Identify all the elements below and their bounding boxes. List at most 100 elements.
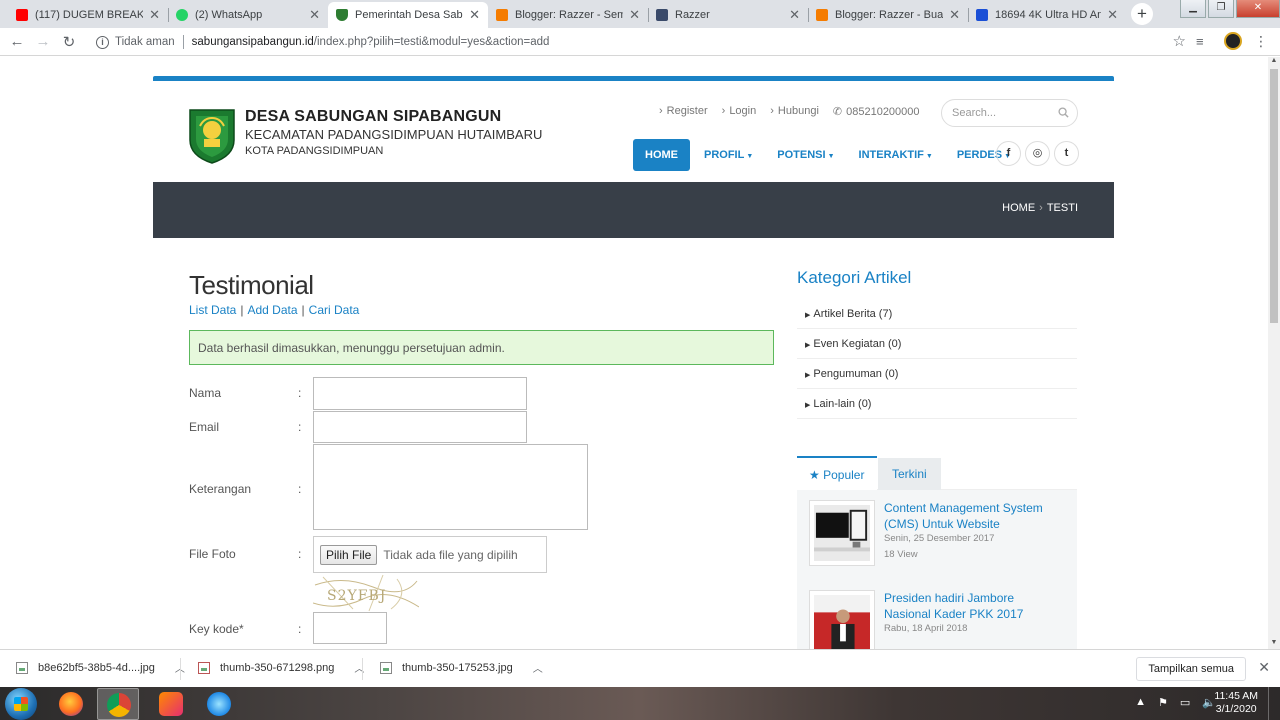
- search-input[interactable]: Search...: [941, 99, 1078, 127]
- browser-tab-active[interactable]: Pemerintah Desa Sabungan ✕: [328, 2, 488, 28]
- close-tab-icon[interactable]: ✕: [1107, 7, 1118, 23]
- nav-potensi[interactable]: POTENSI ▼: [765, 139, 846, 171]
- post-title[interactable]: Presiden hadiri Jambore Nasional Kader P…: [884, 590, 1064, 622]
- post-title[interactable]: Content Management System (CMS) Untuk We…: [884, 500, 1064, 532]
- clock[interactable]: 11:45 AM 3/1/2020: [1214, 690, 1258, 716]
- description-textarea[interactable]: [313, 444, 588, 530]
- close-tab-icon[interactable]: ✕: [149, 7, 160, 23]
- show-all-button[interactable]: Tampilkan semua: [1136, 657, 1246, 681]
- firefox-icon: [59, 692, 83, 716]
- show-desktop-button[interactable]: [1268, 687, 1280, 720]
- window-close-button[interactable]: ✕: [1236, 0, 1280, 18]
- breadcrumb-home[interactable]: HOME: [1002, 202, 1035, 214]
- taskbar-chrome[interactable]: [97, 688, 139, 720]
- flag-icon[interactable]: ⚑: [1158, 696, 1168, 709]
- download-item[interactable]: thumb-350-175253.jpg ︿: [380, 660, 543, 675]
- reading-list-icon[interactable]: ≡: [1196, 34, 1212, 49]
- reload-icon[interactable]: ↻: [56, 33, 82, 51]
- file-input[interactable]: Pilih File Tidak ada file yang dipilih: [313, 536, 547, 573]
- colon: :: [298, 482, 302, 496]
- facebook-icon[interactable]: f: [996, 141, 1021, 166]
- close-tab-icon[interactable]: ✕: [309, 7, 320, 23]
- start-button[interactable]: [5, 688, 37, 720]
- scroll-up-icon[interactable]: ▲: [1268, 57, 1280, 67]
- login-link[interactable]: › Login: [722, 105, 757, 118]
- close-icon[interactable]: ✕: [1258, 659, 1270, 676]
- url-text[interactable]: sabungansipabangun.id/index.php?pilih=te…: [192, 36, 550, 48]
- window-controls: ▁ ❐ ✕: [1178, 0, 1280, 20]
- search-data-link[interactable]: Cari Data: [309, 303, 360, 317]
- search-icon[interactable]: [1058, 107, 1069, 118]
- twitter-icon[interactable]: t: [1054, 141, 1079, 166]
- browser-tab[interactable]: (2) WhatsApp ✕: [168, 2, 329, 28]
- menu-icon[interactable]: ⋮: [1254, 33, 1268, 50]
- address-bar[interactable]: i Tidak aman sabungansipabangun.id/index…: [88, 31, 1196, 53]
- browser-tab[interactable]: Blogger: Razzer - Semua entri ✕: [488, 2, 649, 28]
- tab-popular[interactable]: ★ Populer: [797, 456, 877, 490]
- close-tab-icon[interactable]: ✕: [629, 7, 640, 23]
- windows-taskbar: ▲ ⚑ ▭ 🔈 11:45 AM 3/1/2020: [0, 687, 1280, 720]
- download-item[interactable]: thumb-350-671298.png ︿: [198, 660, 364, 675]
- browser-tab[interactable]: Razzer ✕: [648, 2, 809, 28]
- category-item[interactable]: ▶ Lain-lain (0): [797, 389, 1077, 419]
- info-icon[interactable]: i: [96, 35, 109, 49]
- caret-right-icon: ▶: [805, 402, 811, 409]
- browser-tab[interactable]: (117) DUGEM BREAKBEAT ✕: [8, 2, 169, 28]
- captcha-image: S2YFBJ: [313, 573, 419, 613]
- close-tab-icon[interactable]: ✕: [789, 7, 800, 23]
- scroll-down-icon[interactable]: ▼: [1268, 639, 1280, 649]
- add-data-link[interactable]: Add Data: [247, 303, 297, 317]
- nav-interaktif[interactable]: INTERAKTIF ▼: [847, 139, 945, 171]
- download-filename: thumb-350-175253.jpg: [402, 661, 513, 674]
- shield-icon: [336, 9, 348, 21]
- download-item[interactable]: b8e62bf5-38b5-4d....jpg ︿: [16, 660, 185, 675]
- register-link[interactable]: › Register: [659, 105, 708, 118]
- category-title: Kategori Artikel: [797, 268, 912, 287]
- name-field[interactable]: [313, 377, 527, 410]
- key-code-field[interactable]: [313, 612, 387, 644]
- scroll-thumb[interactable]: [1270, 69, 1278, 323]
- tab-strip: (117) DUGEM BREAKBEAT ✕ (2) WhatsApp ✕ P…: [0, 0, 1280, 28]
- breadcrumb: HOME › TESTI: [1002, 202, 1078, 214]
- caret-right-icon: ▶: [805, 342, 811, 349]
- category-item[interactable]: ▶ Pengumuman (0): [797, 359, 1077, 389]
- download-shelf: b8e62bf5-38b5-4d....jpg ︿ thumb-350-6712…: [0, 649, 1280, 687]
- taskbar-app[interactable]: [198, 688, 240, 720]
- breadcrumb-current: TESTI: [1046, 202, 1078, 214]
- nav-potensi-label: POTENSI: [777, 149, 826, 161]
- page-scrollbar[interactable]: ▲ ▼: [1268, 57, 1280, 649]
- nav-profil[interactable]: PROFIL ▼: [692, 139, 765, 171]
- bookmark-star-icon[interactable]: ☆: [1173, 32, 1186, 50]
- category-item[interactable]: ▶ Even Kegiatan (0): [797, 329, 1077, 359]
- forward-icon[interactable]: →: [30, 33, 56, 50]
- contact-link[interactable]: › Hubungi: [770, 105, 819, 118]
- instagram-icon[interactable]: ◎: [1025, 141, 1050, 166]
- security-label[interactable]: Tidak aman: [115, 36, 175, 48]
- chevron-up-icon[interactable]: ︿: [533, 660, 543, 675]
- url-path: /index.php?pilih=testi&modul=yes&action=…: [313, 36, 550, 48]
- phone-icon: ✆: [832, 106, 843, 118]
- taskbar-app[interactable]: [150, 688, 192, 720]
- nav-home[interactable]: HOME: [633, 139, 690, 171]
- taskbar-firefox[interactable]: [50, 688, 92, 720]
- email-field[interactable]: [313, 411, 527, 443]
- restore-button[interactable]: ❐: [1208, 0, 1234, 18]
- login-label: Login: [729, 105, 757, 117]
- tab-recent[interactable]: Terkini: [878, 458, 941, 490]
- category-label: Even Kegiatan (0): [813, 338, 902, 350]
- choose-file-button[interactable]: Pilih File: [320, 544, 378, 565]
- profile-avatar[interactable]: [1224, 32, 1242, 50]
- network-icon[interactable]: ▭: [1180, 696, 1190, 709]
- main-nav: HOME PROFIL ▼ POTENSI ▼ INTERAKTIF ▼ PERDES…: [633, 139, 1023, 171]
- tray-expand-icon[interactable]: ▲: [1135, 696, 1146, 709]
- list-data-link[interactable]: List Data: [189, 303, 236, 317]
- minimize-button[interactable]: ▁: [1180, 0, 1206, 18]
- browser-tab[interactable]: Blogger: Razzer - Buat entri ✕: [808, 2, 969, 28]
- register-label: Register: [666, 105, 708, 117]
- browser-tab[interactable]: 18694 4K Ultra HD Anime ✕: [968, 2, 1126, 28]
- category-item[interactable]: ▶ Artikel Berita (7): [797, 299, 1077, 329]
- close-tab-icon[interactable]: ✕: [949, 7, 960, 23]
- close-tab-icon[interactable]: ✕: [469, 7, 480, 23]
- back-icon[interactable]: ←: [4, 33, 30, 50]
- new-tab-button[interactable]: +: [1131, 3, 1153, 25]
